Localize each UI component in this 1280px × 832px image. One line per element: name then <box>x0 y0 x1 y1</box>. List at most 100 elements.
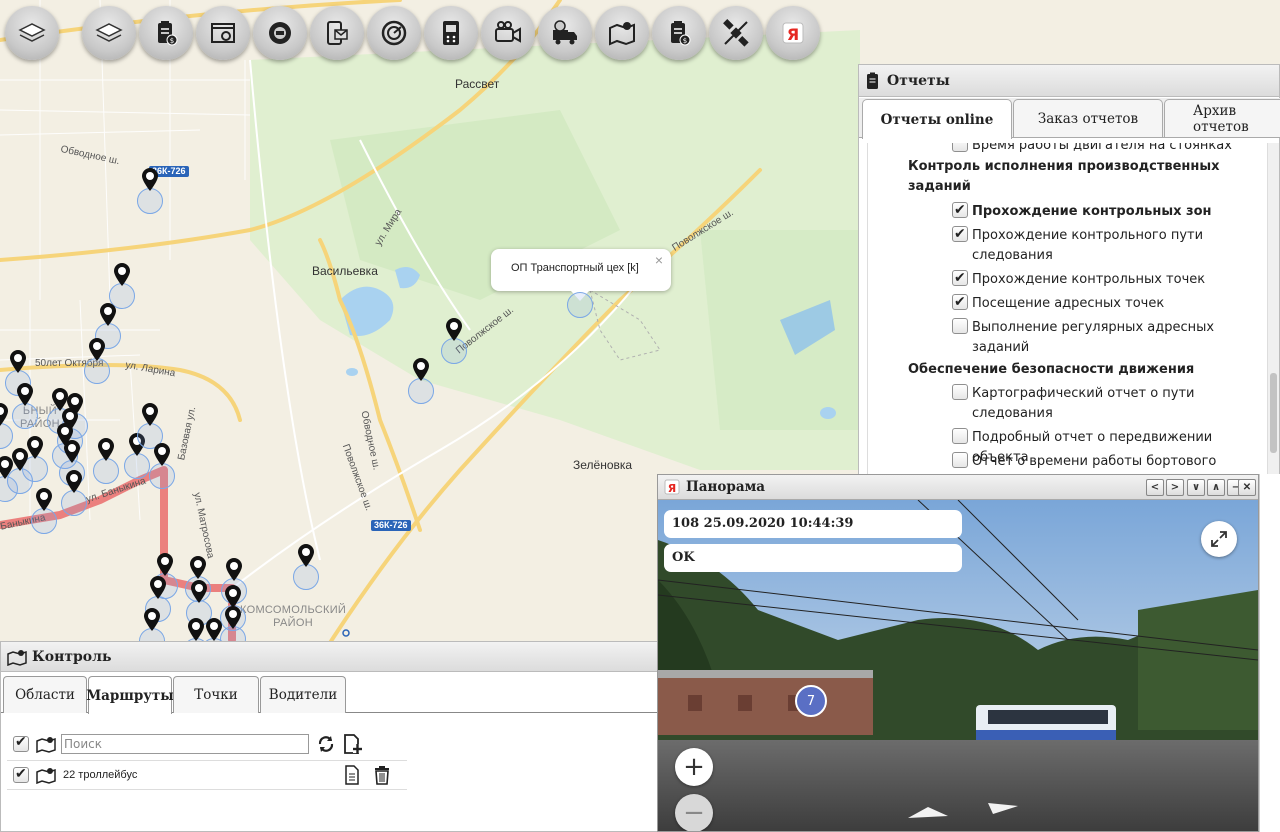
report-item[interactable]: Прохождение контрольных точек <box>952 268 1265 290</box>
vehicle-pin-icon[interactable] <box>187 618 205 642</box>
reports-titlebar[interactable]: Отчеты <box>859 65 1279 97</box>
route-checkbox[interactable] <box>13 765 29 783</box>
speedometer-icon[interactable] <box>367 6 421 60</box>
vehicle-pin-icon[interactable] <box>224 606 242 630</box>
report-item[interactable]: Посещение адресных точек <box>952 292 1265 314</box>
report-clipboard-icon[interactable]: $ <box>652 6 706 60</box>
report-checkbox[interactable] <box>952 292 968 312</box>
vehicle-pin-icon[interactable] <box>65 470 83 494</box>
browser-settings-icon[interactable] <box>196 6 250 60</box>
select-all-checkbox[interactable] <box>13 734 29 752</box>
vehicle-pin-icon[interactable] <box>412 358 430 382</box>
report-checkbox[interactable] <box>952 452 968 468</box>
report-item[interactable]: Выполнение регулярных адресных заданий <box>952 318 1265 358</box>
route-search-input[interactable] <box>61 734 309 754</box>
report-item-label: Посещение адресных точек <box>972 296 1165 311</box>
vehicle-pin-icon[interactable] <box>225 558 243 582</box>
tab-routes[interactable]: Маршруты <box>86 676 174 714</box>
report-clipboard-icon <box>865 72 881 90</box>
document-icon[interactable] <box>341 764 363 786</box>
phone-mail-icon[interactable] <box>310 6 364 60</box>
report-group-title: Обеспечение безопасности движения <box>908 362 1195 377</box>
balloon-close-icon[interactable]: × <box>655 252 663 268</box>
panorama-view[interactable]: 108 25.09.2020 10:44:39 OK 7 + − <box>658 499 1258 831</box>
layers-icon[interactable] <box>5 6 59 60</box>
report-checkbox[interactable] <box>952 224 968 244</box>
panorama-marker[interactable]: 7 <box>795 685 827 717</box>
fullscreen-icon[interactable] <box>1201 521 1237 557</box>
control-title: Контроль <box>32 648 112 665</box>
vehicle-pin-icon[interactable] <box>99 303 117 327</box>
vehicle-pin-icon[interactable] <box>0 403 9 427</box>
car-gear-icon[interactable] <box>253 6 307 60</box>
vehicle-pin-icon[interactable] <box>141 403 159 427</box>
vehicle-pin-icon[interactable] <box>143 608 161 632</box>
vehicle-pin-icon[interactable] <box>16 383 34 407</box>
panorama-title: Панорама <box>686 479 766 495</box>
vehicle-pin-icon[interactable] <box>153 443 171 467</box>
vehicle-pin-icon[interactable] <box>35 488 53 512</box>
refresh-icon[interactable] <box>315 733 337 755</box>
tab-order-reports[interactable]: Заказ отчетов <box>1013 99 1163 137</box>
report-item[interactable]: Прохождение контрольного пути следования <box>952 224 1265 266</box>
control-window: Контроль Области Маршруты Точки Водители… <box>0 641 660 832</box>
report-checkbox[interactable] <box>952 428 968 444</box>
tab-points[interactable]: Точки <box>173 676 259 713</box>
prev-button[interactable]: < <box>1146 479 1164 496</box>
zoom-out-button[interactable]: − <box>675 794 713 831</box>
expand-button[interactable]: ∧ <box>1207 479 1225 496</box>
map-label-rassvet: Рассвет <box>455 77 500 91</box>
map-route-icon[interactable] <box>595 6 649 60</box>
selected-point-marker[interactable] <box>567 292 593 318</box>
vehicle-pin-icon[interactable] <box>9 350 27 374</box>
collapse-button[interactable]: ∨ <box>1187 479 1205 496</box>
satellite-icon[interactable] <box>709 6 763 60</box>
report-checkbox[interactable] <box>952 200 968 220</box>
vehicle-pin-icon[interactable] <box>97 438 115 462</box>
vehicle-pin-icon[interactable] <box>63 440 81 464</box>
next-button[interactable]: > <box>1166 479 1184 496</box>
balloon-text: ОП Транспортный цех [k] <box>511 262 639 274</box>
vehicle-pin-icon[interactable] <box>0 456 14 480</box>
yandex-icon[interactable]: Я <box>766 6 820 60</box>
terminal-device-icon[interactable] <box>424 6 478 60</box>
report-checkbox[interactable] <box>952 318 968 334</box>
vehicle-pin-icon[interactable] <box>445 318 463 342</box>
vehicle-pin-icon[interactable] <box>189 556 207 580</box>
reports-scrollbar[interactable] <box>1267 143 1279 483</box>
vehicle-pin-icon[interactable] <box>149 576 167 600</box>
report-checkbox[interactable] <box>952 268 968 288</box>
panorama-titlebar[interactable]: Я Панорама < > ∨ ∧ − ✕ <box>658 475 1258 500</box>
zoom-in-button[interactable]: + <box>675 748 713 786</box>
map-route-icon <box>7 648 27 666</box>
truck-clock-icon[interactable] <box>538 6 592 60</box>
vehicle-pin-icon[interactable] <box>113 263 131 287</box>
trash-icon[interactable] <box>371 764 393 786</box>
vehicle-pin-icon[interactable] <box>88 338 106 362</box>
scrollbar-thumb[interactable] <box>1270 373 1277 453</box>
close-button[interactable]: ✕ <box>1238 479 1256 496</box>
report-item[interactable]: Отчет о времени работы бортового <box>952 452 1265 472</box>
add-route-icon[interactable] <box>341 733 363 755</box>
report-checkbox[interactable] <box>952 384 968 400</box>
vehicle-pin-icon[interactable] <box>156 553 174 577</box>
layers-alt-icon[interactable] <box>82 6 136 60</box>
tab-reports-archive[interactable]: Архив отчетов <box>1164 99 1280 137</box>
reports-window: Отчеты Отчеты online Заказ отчетов Архив… <box>858 64 1280 484</box>
tab-drivers[interactable]: Водители <box>260 676 346 713</box>
route-row[interactable]: 22 троллейбус <box>7 760 407 790</box>
report-item-label: Прохождение контрольных точек <box>972 272 1206 287</box>
billing-clipboard-icon[interactable]: $ <box>139 6 193 60</box>
control-titlebar[interactable]: Контроль <box>1 642 659 672</box>
vehicle-pin-icon[interactable] <box>141 168 159 192</box>
tab-areas[interactable]: Области <box>3 676 87 713</box>
video-camera-icon[interactable] <box>481 6 535 60</box>
svg-text:$: $ <box>170 37 174 45</box>
report-item[interactable]: Время работы двигателя на стоянках <box>952 143 1265 156</box>
vehicle-pin-icon[interactable] <box>297 544 315 568</box>
report-item[interactable]: Прохождение контрольных зон <box>952 200 1265 222</box>
report-checkbox[interactable] <box>952 143 968 152</box>
report-item[interactable]: Картографический отчет о пути следования <box>952 384 1265 424</box>
vehicle-pin-icon[interactable] <box>190 580 208 604</box>
tab-reports-online[interactable]: Отчеты online <box>862 99 1012 139</box>
